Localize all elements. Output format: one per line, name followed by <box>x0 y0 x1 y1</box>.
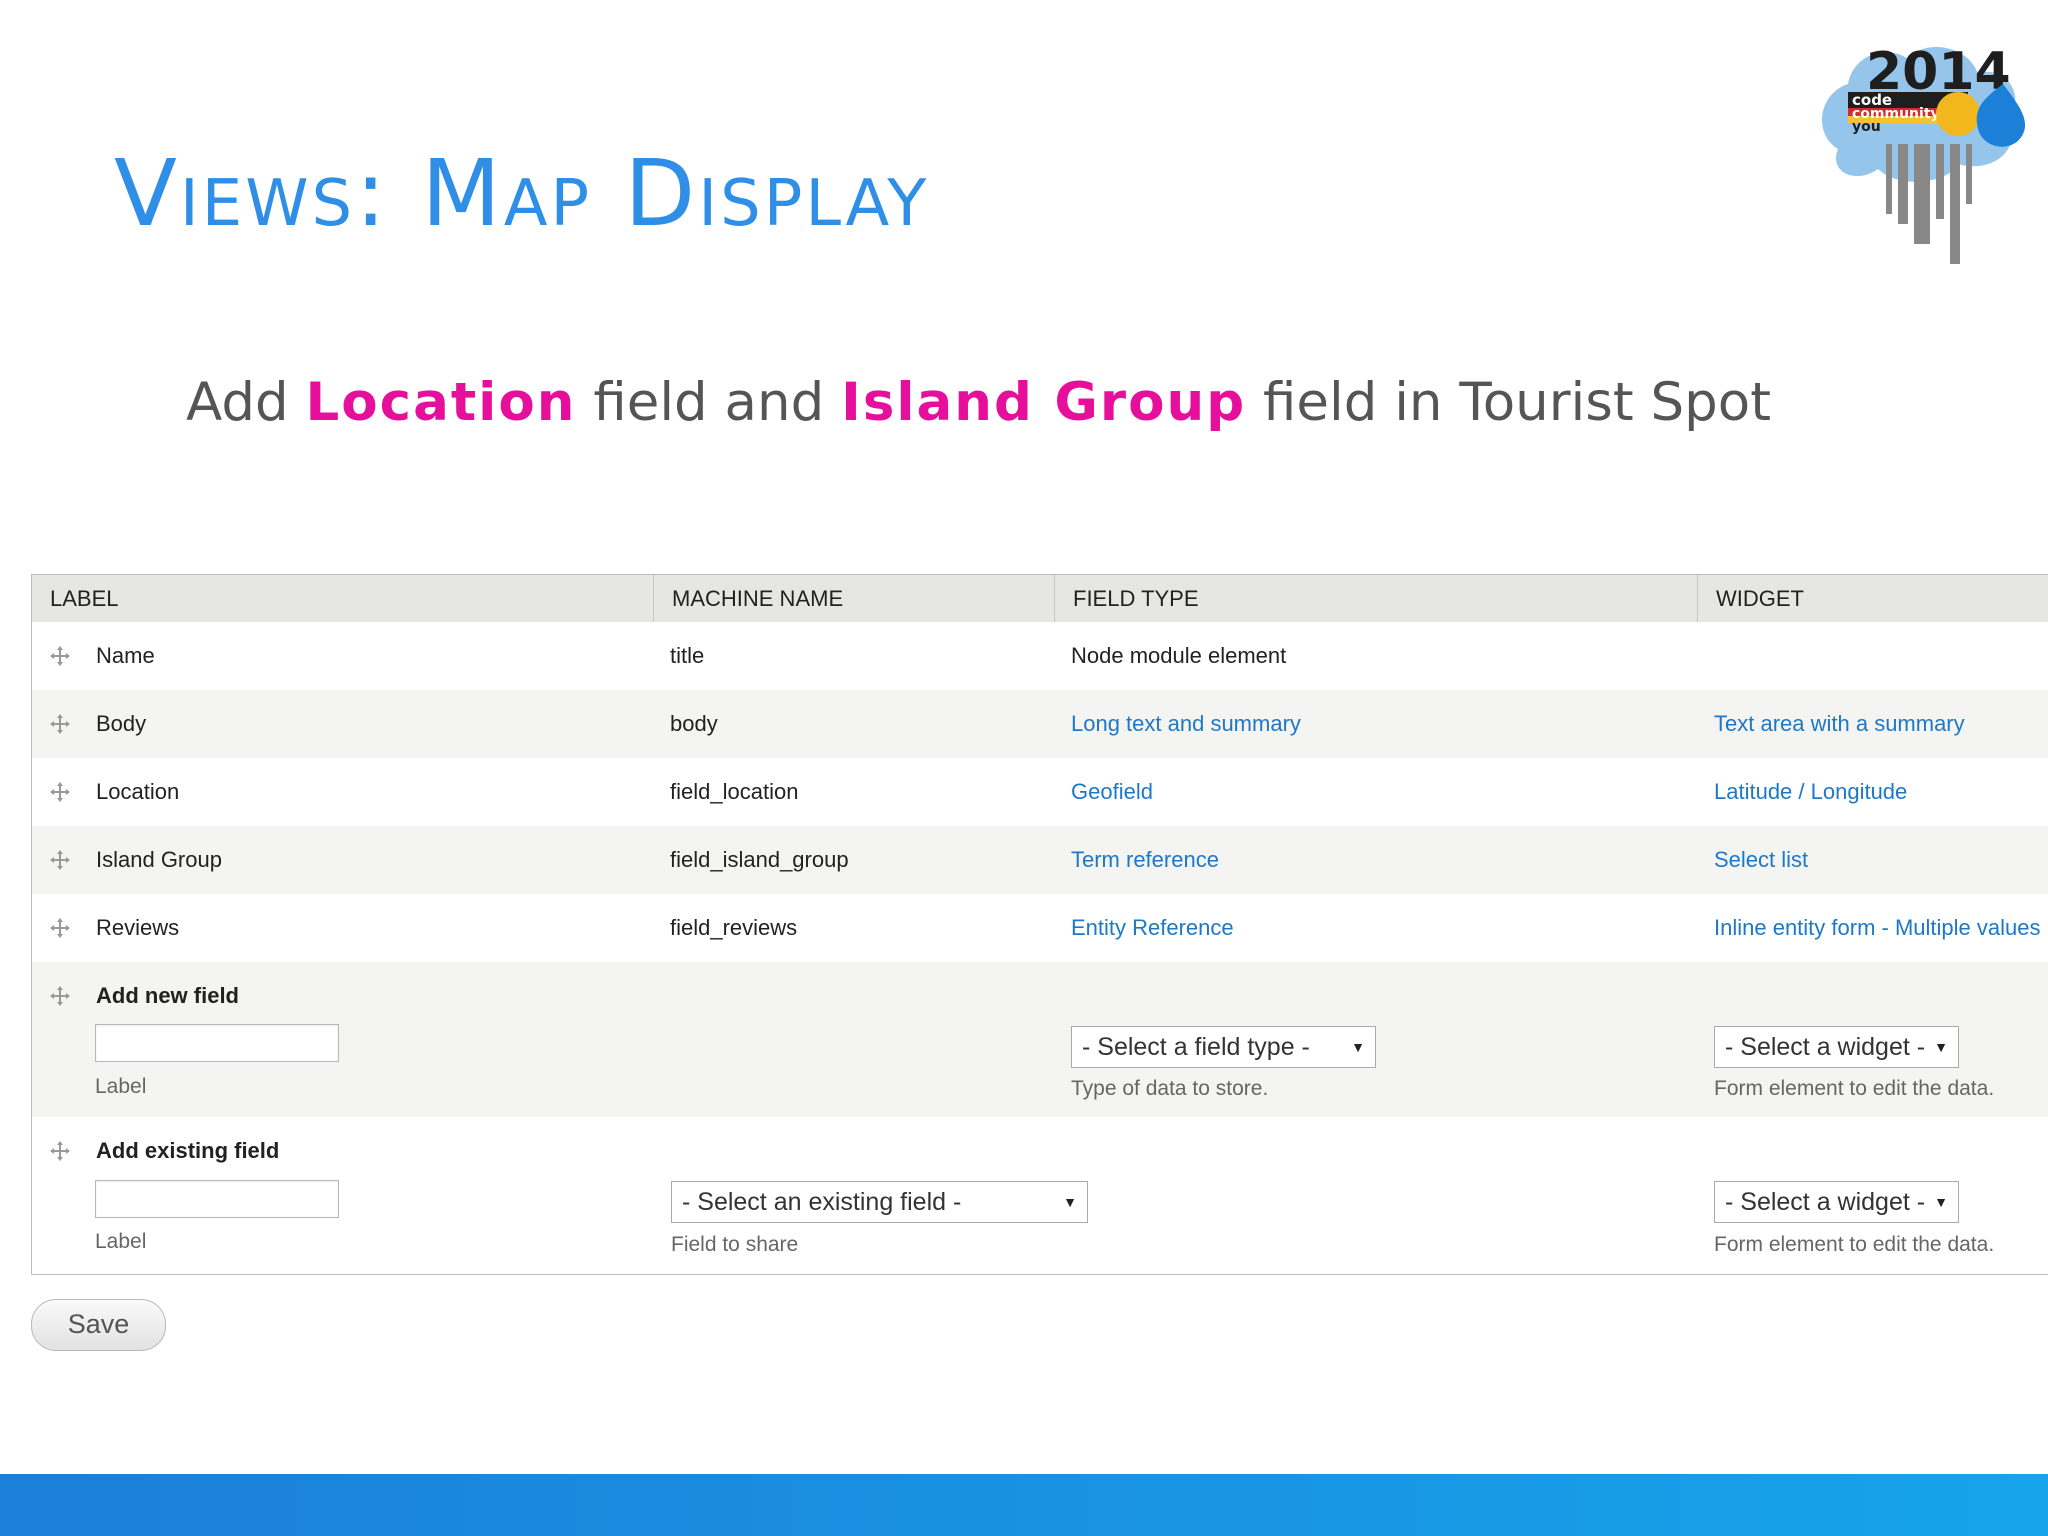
dropdown-arrow-icon: ▼ <box>1934 1194 1948 1210</box>
header-field-type: FIELD TYPE <box>1054 575 1697 623</box>
add-new-field-title: Add new field <box>96 983 239 1008</box>
field-type-select-value: - Select a field type - <box>1082 1033 1310 1061</box>
subtitle-text-1: Add <box>186 372 306 433</box>
existing-field-select[interactable]: - Select an existing field - ▼ <box>671 1181 1088 1223</box>
row-field-type-link[interactable]: Term reference <box>1071 826 1219 894</box>
subtitle-text-2: field and <box>576 372 842 433</box>
logo-word-cloud <box>1886 144 1972 264</box>
row-label: Reviews <box>96 915 180 940</box>
slide-subtitle: Add Location field and Island Group fiel… <box>186 372 1771 433</box>
dropdown-arrow-icon: ▼ <box>1063 1194 1077 1210</box>
row-field-type-link[interactable]: Entity Reference <box>1071 894 1234 962</box>
subtitle-text-3: field in Tourist Spot <box>1246 372 1772 433</box>
row-machine-name: field_island_group <box>670 847 849 872</box>
header-label: LABEL <box>50 586 119 611</box>
existing-field-widget-select[interactable]: - Select a widget - ▼ <box>1714 1181 1959 1223</box>
table-row: Location field_location Geofield Latitud… <box>32 758 2048 826</box>
table-row: Body body Long text and summary Text are… <box>32 690 2048 758</box>
subtitle-highlight-island-group: Island Group <box>841 372 1247 433</box>
field-type-desc: Type of data to store. <box>1071 1077 1269 1100</box>
dropdown-arrow-icon: ▼ <box>1934 1039 1948 1055</box>
new-field-widget-desc: Form element to edit the data. <box>1714 1077 1995 1100</box>
row-label: Name <box>96 643 155 668</box>
row-field-type-link[interactable]: Long text and summary <box>1071 690 1301 758</box>
table-row: Reviews field_reviews Entity Reference I… <box>32 894 2048 962</box>
row-machine-name: field_reviews <box>670 915 798 940</box>
new-field-widget-select[interactable]: - Select a widget - ▼ <box>1714 1026 1959 1068</box>
table-row: Name title Node module element <box>32 622 2048 690</box>
drag-handle-icon[interactable] <box>49 1140 71 1162</box>
existing-field-widget-desc: Form element to edit the data. <box>1714 1233 1995 1256</box>
logo-line-3: you <box>1852 119 1881 135</box>
row-widget-link[interactable]: Text area with a summary <box>1714 690 1965 758</box>
add-existing-field-title: Add existing field <box>96 1138 280 1163</box>
drag-handle-icon[interactable] <box>49 849 71 871</box>
new-field-widget-select-value: - Select a widget - <box>1725 1033 1926 1061</box>
existing-field-widget-select-value: - Select a widget - <box>1725 1188 1926 1216</box>
drag-handle-icon[interactable] <box>49 917 71 939</box>
slide-title: Views: Map Display <box>114 140 930 247</box>
table-row: Island Group field_island_group Term ref… <box>32 826 2048 894</box>
row-machine-name: body <box>670 711 718 736</box>
row-widget-link[interactable]: Select list <box>1714 826 1808 894</box>
row-field-type: Node module element <box>1071 643 1287 668</box>
row-label: Location <box>96 779 180 804</box>
table-header: LABEL MACHINE NAME FIELD TYPE WIDGET <box>32 574 2048 624</box>
existing-field-desc: Field to share <box>671 1233 799 1256</box>
drag-handle-icon[interactable] <box>49 985 71 1007</box>
subtitle-highlight-location: Location <box>305 372 577 433</box>
row-machine-name: title <box>670 643 705 668</box>
drag-handle-icon[interactable] <box>49 713 71 735</box>
new-field-label-input[interactable] <box>95 1024 339 1062</box>
existing-field-label-desc: Label <box>95 1230 147 1253</box>
drupalcamp-logo: 2014 code community you <box>1821 42 2026 264</box>
dropdown-arrow-icon: ▼ <box>1351 1039 1365 1055</box>
manage-fields-table: LABEL MACHINE NAME FIELD TYPE WIDGET Nam… <box>31 574 2048 1275</box>
existing-field-select-value: - Select an existing field - <box>682 1188 962 1216</box>
row-widget-link[interactable]: Latitude / Longitude <box>1714 758 1907 826</box>
field-type-select[interactable]: - Select a field type - ▼ <box>1071 1026 1376 1068</box>
drag-handle-icon[interactable] <box>49 781 71 803</box>
save-button[interactable]: Save <box>31 1299 166 1351</box>
row-label: Island Group <box>96 847 222 872</box>
row-machine-name: field_location <box>670 779 799 804</box>
row-widget-link[interactable]: Inline entity form - Multiple values <box>1714 894 2040 962</box>
header-widget: WIDGET <box>1697 575 2048 623</box>
new-field-label-desc: Label <box>95 1075 147 1098</box>
row-field-type-link[interactable]: Geofield <box>1071 758 1153 826</box>
drag-handle-icon[interactable] <box>49 645 71 667</box>
row-label: Body <box>96 711 147 736</box>
existing-field-label-input[interactable] <box>95 1180 339 1218</box>
header-machine-name: MACHINE NAME <box>653 575 1054 623</box>
footer-bar <box>0 1474 2048 1536</box>
